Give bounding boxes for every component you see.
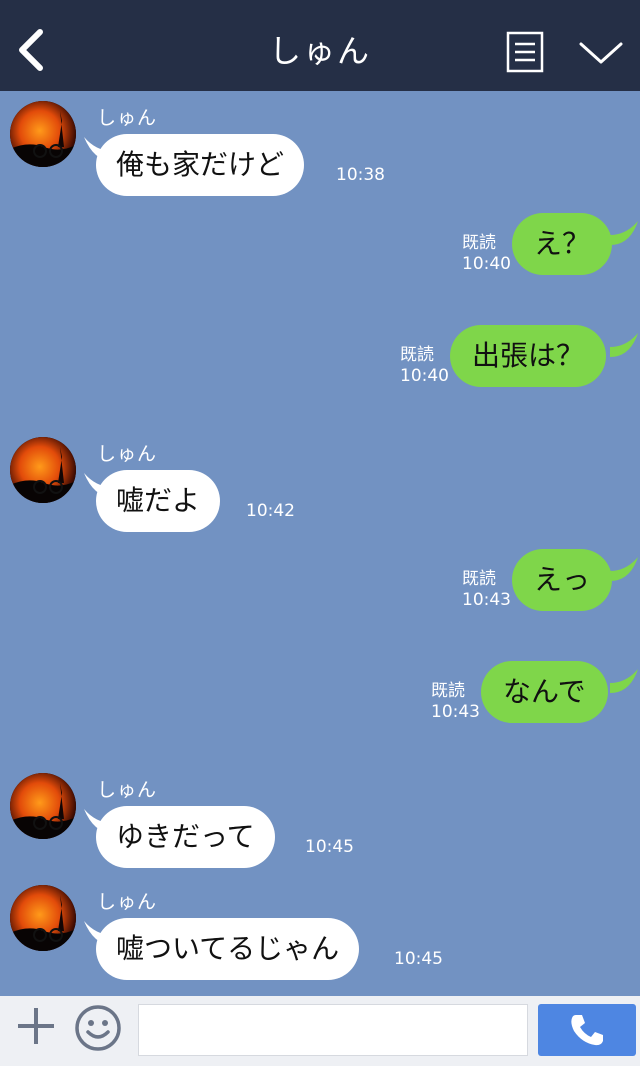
- avatar-sunset-image: [10, 885, 76, 951]
- message-time: 10:43: [431, 702, 480, 722]
- message-text: ゆきだって: [116, 820, 255, 853]
- collapse-button[interactable]: [578, 38, 624, 68]
- read-receipt: 既読: [462, 569, 496, 589]
- sender-name: しゅん: [97, 107, 158, 129]
- message-bubble-incoming[interactable]: 嘘ついてるじゃん: [96, 918, 360, 980]
- message-time: 10:43: [462, 590, 511, 610]
- message-time: 10:40: [400, 366, 449, 386]
- message-text: 嘘ついてるじゃん: [116, 932, 340, 965]
- message-bubble-outgoing[interactable]: 出張は？: [450, 325, 607, 387]
- phone-icon: [571, 1015, 603, 1046]
- bubble-tail: [610, 221, 638, 245]
- plus-icon: [18, 1008, 54, 1044]
- avatar[interactable]: [10, 437, 76, 503]
- message-text: えっ: [534, 563, 591, 596]
- smiley-icon: [75, 1005, 121, 1051]
- input-bar: [0, 996, 640, 1066]
- message-time: 10:42: [246, 501, 295, 521]
- read-receipt: 既読: [462, 233, 496, 253]
- message-bubble-outgoing[interactable]: えっ: [512, 549, 613, 611]
- avatar-sunset-image: [10, 101, 76, 167]
- add-button[interactable]: [16, 1006, 56, 1046]
- message-text: 出張は？: [472, 339, 585, 372]
- bubble-tail: [610, 557, 638, 581]
- message-meta: 既読 10:40: [462, 233, 511, 275]
- message-text: 俺も家だけど: [116, 148, 285, 181]
- message-bubble-outgoing[interactable]: なんで: [481, 661, 608, 723]
- message-meta: 既読 10:43: [462, 569, 511, 611]
- chat-header: しゅん: [0, 0, 640, 91]
- read-receipt: 既読: [400, 345, 434, 365]
- message-bubble-outgoing[interactable]: え？: [512, 213, 613, 275]
- message-meta: 既読 10:43: [431, 681, 480, 723]
- chat-title: しゅん: [268, 32, 371, 70]
- emoji-button[interactable]: [74, 1004, 122, 1052]
- message-time: 10:40: [462, 254, 511, 274]
- message-time: 10:45: [305, 837, 354, 857]
- menu-button[interactable]: [506, 31, 544, 73]
- call-button[interactable]: [538, 1004, 636, 1056]
- avatar-sunset-image: [10, 773, 76, 839]
- read-receipt: 既読: [431, 681, 465, 701]
- avatar[interactable]: [10, 101, 76, 167]
- message-bubble-incoming[interactable]: ゆきだって: [96, 806, 275, 868]
- message-bubble-incoming[interactable]: 嘘だよ: [96, 470, 221, 532]
- message-input[interactable]: [138, 1004, 528, 1056]
- chevron-down-icon: [579, 42, 623, 64]
- message-text: え？: [534, 227, 591, 260]
- message-text: なんで: [503, 675, 586, 708]
- message-text: 嘘だよ: [116, 484, 201, 517]
- bubble-tail: [610, 333, 638, 357]
- message-meta: 既読 10:40: [400, 345, 449, 387]
- message-time: 10:38: [336, 165, 385, 185]
- chat-area[interactable]: しゅん 俺も家だけど 10:38 既読 10:40 え？ 既読 10:40 出張…: [0, 91, 640, 996]
- sender-name: しゅん: [97, 779, 158, 801]
- avatar[interactable]: [10, 773, 76, 839]
- bubble-tail: [610, 669, 638, 693]
- avatar[interactable]: [10, 885, 76, 951]
- sender-name: しゅん: [97, 443, 158, 465]
- sender-name: しゅん: [97, 891, 158, 913]
- avatar-sunset-image: [10, 437, 76, 503]
- message-bubble-incoming[interactable]: 俺も家だけど: [96, 134, 305, 196]
- menu-icon: [506, 31, 544, 73]
- message-time: 10:45: [394, 949, 443, 969]
